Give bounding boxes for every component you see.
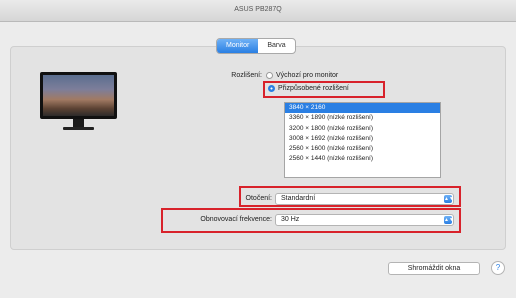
monitor-image	[40, 72, 117, 132]
resolution-label: Rozlišení:	[231, 72, 262, 79]
window-title: ASUS PB287Q	[234, 6, 282, 13]
highlight-custom-resolution	[263, 81, 385, 98]
tab-color[interactable]: Barva	[258, 39, 294, 53]
list-item[interactable]: 3008 × 1692 (nízké rozlišení)	[285, 134, 440, 144]
tab-monitor[interactable]: Monitor	[217, 39, 259, 53]
highlight-rotation	[239, 186, 461, 207]
radio-default-label: Výchozí pro monitor	[276, 72, 339, 79]
tab-bar: Monitor Barva	[216, 38, 296, 54]
wallpaper	[43, 75, 114, 116]
title-bar: ASUS PB287Q	[0, 0, 516, 22]
list-item[interactable]: 2560 × 1600 (nízké rozlišení)	[285, 144, 440, 154]
help-button[interactable]: ?	[491, 261, 505, 275]
monitor-stand-base	[63, 127, 94, 130]
monitor-screen	[40, 72, 117, 119]
list-item[interactable]: 2560 × 1440 (nízké rozlišení)	[285, 154, 440, 164]
gather-windows-button[interactable]: Shromáždit okna	[388, 262, 480, 275]
monitor-stand-neck	[73, 119, 84, 127]
radio-button[interactable]	[266, 72, 273, 79]
highlight-refresh-rate	[161, 208, 461, 233]
list-item[interactable]: 3360 × 1890 (nízké rozlišení)	[285, 113, 440, 123]
list-item[interactable]: 3840 × 2160	[285, 103, 440, 114]
radio-default-resolution[interactable]: Výchozí pro monitor	[266, 72, 338, 79]
resolution-list[interactable]: 3840 × 2160 3360 × 1890 (nízké rozlišení…	[284, 102, 441, 178]
list-item[interactable]: 3200 × 1800 (nízké rozlišení)	[285, 124, 440, 134]
